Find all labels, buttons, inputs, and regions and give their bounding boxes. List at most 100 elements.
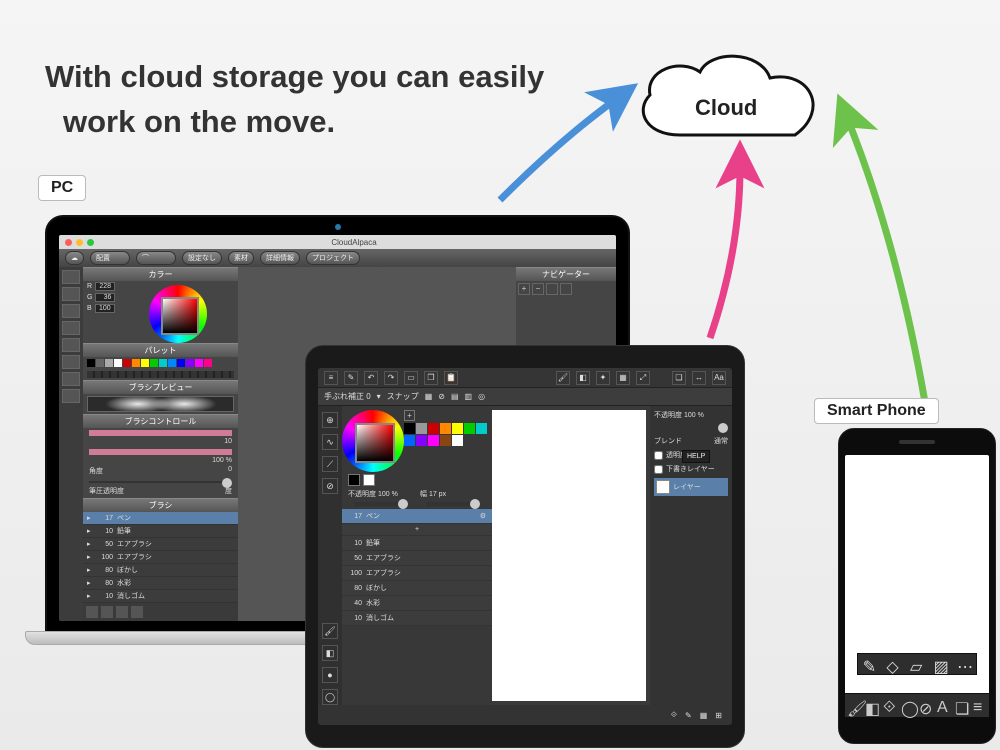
rgb-g-value[interactable]: 36 <box>95 293 115 302</box>
pencil-icon[interactable]: ✎ <box>344 371 358 385</box>
swatch[interactable] <box>464 423 475 434</box>
brush-tool-icon[interactable] <box>62 270 80 284</box>
snap-off-icon[interactable]: ⊘ <box>438 392 445 401</box>
ruler-icon[interactable]: ⟋ <box>322 456 338 472</box>
brush-item[interactable]: 40水彩 <box>342 596 492 611</box>
swatch[interactable] <box>177 359 185 367</box>
apps-icon[interactable]: ⊞ <box>715 711 722 720</box>
phone-pen-icon[interactable]: ✎ <box>863 657 877 671</box>
rgb-b-value[interactable]: 100 <box>95 304 115 313</box>
layer-merge-icon[interactable] <box>131 606 143 618</box>
undo-icon[interactable]: ↶ <box>364 371 378 385</box>
wand-icon[interactable]: ✦ <box>596 371 610 385</box>
phone-layers-icon[interactable]: ❏ <box>955 699 969 713</box>
swatch[interactable] <box>114 359 122 367</box>
chevron-down-icon[interactable]: ▾ <box>377 392 381 401</box>
snap-radial-icon[interactable]: ◎ <box>478 392 485 401</box>
crop-icon[interactable]: ⟐ <box>671 710 677 720</box>
tablet-opacity-slider[interactable] <box>354 502 408 506</box>
snap-line-icon[interactable]: ▤ <box>451 392 459 401</box>
pen-small-icon[interactable]: ✎ <box>685 711 692 720</box>
redo-icon[interactable]: ↷ <box>384 371 398 385</box>
select-rect-icon[interactable]: ▭ <box>404 371 418 385</box>
brush-item[interactable]: ▸10鉛筆 <box>83 525 238 538</box>
rotate-left-icon[interactable] <box>546 283 558 295</box>
swatch[interactable] <box>428 435 439 446</box>
swatch[interactable] <box>141 359 149 367</box>
toolbar-cloud-button[interactable]: ☁ <box>65 251 84 265</box>
blend-value[interactable]: 通常 <box>714 436 728 446</box>
menu-icon[interactable]: ≡ <box>324 371 338 385</box>
brush-item[interactable]: ▸80水彩 <box>83 577 238 590</box>
add-swatch-button[interactable]: + <box>404 410 415 421</box>
fill-icon[interactable]: ▦ <box>616 371 630 385</box>
swatch[interactable] <box>440 423 451 434</box>
rotate-right-icon[interactable] <box>560 283 572 295</box>
bg-color[interactable] <box>363 474 375 486</box>
brush-item[interactable]: ▸17ペン <box>83 512 238 525</box>
phone-brush-icon[interactable]: 🖌 <box>847 699 861 713</box>
move-tool-icon[interactable] <box>62 321 80 335</box>
zoom-out-icon[interactable]: − <box>532 283 544 295</box>
brush-item[interactable]: 50エアブラシ <box>342 551 492 566</box>
swatch[interactable] <box>204 359 212 367</box>
swatch[interactable] <box>123 359 131 367</box>
phone-menu-icon[interactable]: ≡ <box>973 699 987 713</box>
dot-icon[interactable]: ● <box>322 667 338 683</box>
curve-icon[interactable]: ∿ <box>322 434 338 450</box>
layer-del-icon[interactable] <box>101 606 113 618</box>
eraser-tool-icon[interactable] <box>62 287 80 301</box>
brush-item[interactable]: ▸10消しゴム <box>83 590 238 603</box>
swatch[interactable] <box>404 435 415 446</box>
fg-color[interactable] <box>348 474 360 486</box>
toolbar-arc-button[interactable]: ⌒ <box>136 251 176 265</box>
brush-tab-icon[interactable]: 🖌 <box>322 623 338 639</box>
phone-circle-icon[interactable]: ◯ <box>901 699 915 713</box>
swatch[interactable] <box>416 423 427 434</box>
gradient-tool-icon[interactable] <box>62 355 80 369</box>
layer-item[interactable]: レイヤー <box>654 478 728 496</box>
color-wheel[interactable] <box>149 285 207 343</box>
swatch[interactable] <box>452 423 463 434</box>
transform-icon[interactable]: ⤢ <box>636 371 650 385</box>
toolbar-button-4[interactable]: 詳細情報 <box>260 251 300 265</box>
phone-fill-icon[interactable]: ▨ <box>934 657 948 671</box>
hand-tool-icon[interactable] <box>62 389 80 403</box>
swatch[interactable] <box>87 359 95 367</box>
phone-select-icon[interactable]: ▱ <box>910 657 924 671</box>
brush-item[interactable]: 80ぼかし <box>342 581 492 596</box>
maximize-icon[interactable] <box>87 239 94 246</box>
toolbar-button-3[interactable]: 素材 <box>228 251 254 265</box>
phone-text-icon[interactable]: A <box>937 699 951 713</box>
swatch[interactable] <box>195 359 203 367</box>
layer-copy-icon[interactable] <box>116 606 128 618</box>
angle-slider[interactable] <box>89 481 232 483</box>
swatch[interactable] <box>96 359 104 367</box>
swatch[interactable] <box>428 423 439 434</box>
swatch[interactable] <box>416 435 427 446</box>
swatch[interactable] <box>452 435 463 446</box>
add-brush-button[interactable]: + <box>342 524 492 536</box>
eraser-icon[interactable]: ◧ <box>576 371 590 385</box>
swatch[interactable] <box>476 423 487 434</box>
copy-icon[interactable]: ❐ <box>424 371 438 385</box>
close-icon[interactable] <box>65 239 72 246</box>
grid-view-icon[interactable]: ▦ <box>700 711 708 720</box>
swatch[interactable] <box>186 359 194 367</box>
adjust-icon[interactable]: ⊕ <box>322 412 338 428</box>
text-icon[interactable]: Aa <box>712 371 726 385</box>
layers-icon[interactable]: ❏ <box>672 371 686 385</box>
tablet-width-slider[interactable] <box>426 502 480 506</box>
swatch[interactable] <box>404 423 415 434</box>
brush-item[interactable]: 10鉛筆 <box>342 536 492 551</box>
swatch[interactable] <box>440 435 451 446</box>
zoom-in-icon[interactable]: + <box>518 283 530 295</box>
draft-layer-checkbox[interactable]: 下書きレイヤー <box>654 464 728 474</box>
swatch[interactable] <box>105 359 113 367</box>
snap-perspective-icon[interactable]: ▥ <box>465 392 473 401</box>
layer-add-icon[interactable] <box>86 606 98 618</box>
phone-crop-icon[interactable]: ⟐ <box>883 699 897 713</box>
toolbar-button-5[interactable]: プロジェクト <box>306 251 360 265</box>
toolbar-button-2[interactable]: 設定なし <box>182 251 222 265</box>
brush-item[interactable]: 17ペン⚙ <box>342 509 492 524</box>
